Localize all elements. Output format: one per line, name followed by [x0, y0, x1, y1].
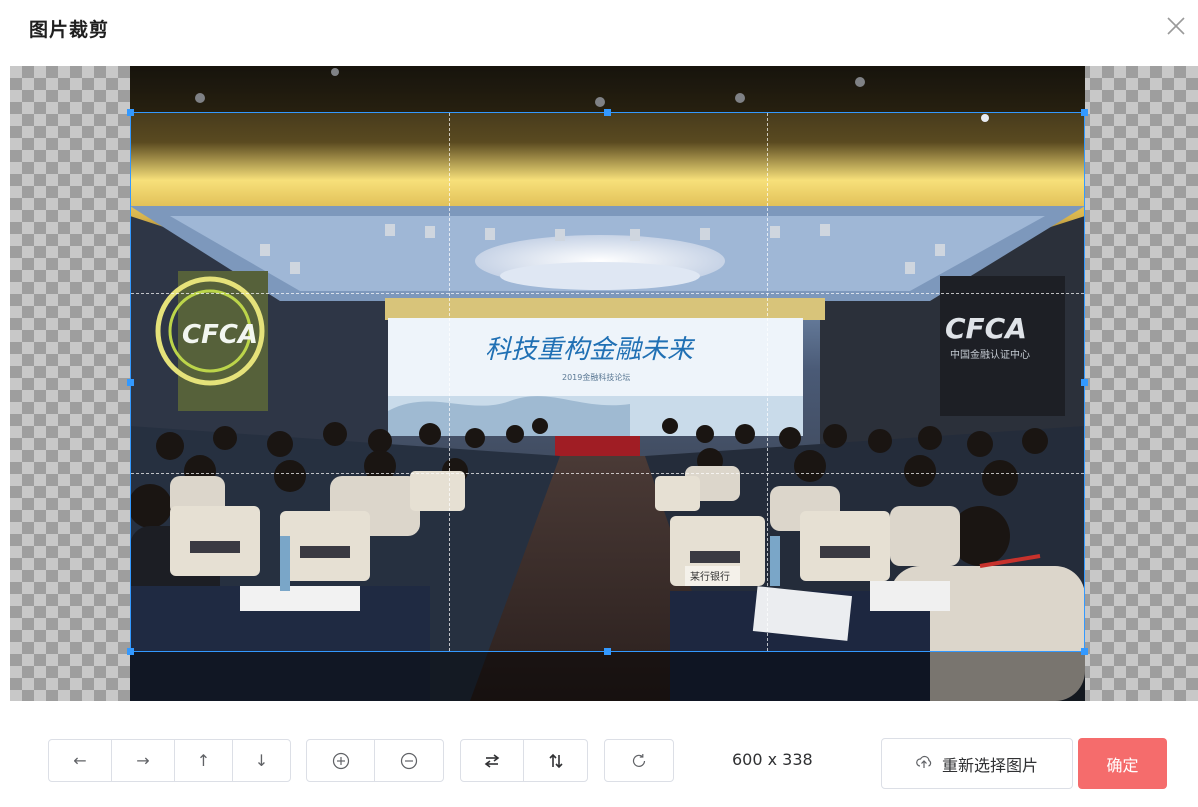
move-button-group: ← → ↑ ↓ — [48, 739, 291, 782]
crop-handle-left[interactable] — [127, 379, 134, 386]
flip-horizontal-button[interactable] — [461, 740, 524, 781]
crop-mask-top — [130, 66, 1085, 112]
close-icon[interactable] — [1164, 14, 1188, 38]
crop-mask-bottom — [130, 652, 1085, 701]
move-left-button[interactable]: ← — [49, 740, 112, 781]
rotate-icon — [631, 753, 647, 769]
image-crop-dialog: 图片裁剪 科技重构金融未来 2019金融科技论坛 CFCA CFCA 中国金融认… — [0, 0, 1198, 807]
flip-vertical-button[interactable] — [524, 740, 587, 781]
zoom-in-button[interactable] — [307, 740, 375, 781]
crop-handle-top-right[interactable] — [1081, 109, 1088, 116]
crop-canvas[interactable]: 科技重构金融未来 2019金融科技论坛 CFCA CFCA 中国金融认证中心 某… — [10, 66, 1198, 701]
zoom-out-icon — [400, 752, 418, 770]
crop-guide-vertical-1 — [449, 113, 450, 651]
flip-horizontal-icon — [484, 753, 500, 768]
move-right-button[interactable]: → — [112, 740, 175, 781]
reselect-image-label: 重新选择图片 — [941, 755, 1038, 775]
dialog-title: 图片裁剪 — [29, 19, 110, 41]
crop-selection-box[interactable] — [127, 109, 1088, 655]
zoom-in-icon — [332, 752, 350, 770]
flip-vertical-icon — [548, 753, 563, 769]
rotate-button[interactable] — [605, 740, 673, 781]
zoom-out-button[interactable] — [375, 740, 443, 781]
flip-button-group — [460, 739, 588, 782]
move-down-button[interactable]: ↓ — [233, 740, 290, 781]
crop-guide-horizontal-1 — [131, 293, 1084, 294]
crop-handle-top[interactable] — [604, 109, 611, 116]
crop-handle-top-left[interactable] — [127, 109, 134, 116]
crop-size-readout: 600 x 338 — [732, 750, 813, 769]
crop-guide-vertical-2 — [767, 113, 768, 651]
dialog-header: 图片裁剪 — [0, 0, 1198, 60]
cloud-upload-icon — [916, 754, 932, 773]
crop-handle-bottom-left[interactable] — [127, 648, 134, 655]
rotate-button-group — [604, 739, 674, 782]
reselect-image-button[interactable]: 重新选择图片 — [881, 738, 1073, 789]
zoom-button-group — [306, 739, 444, 782]
confirm-button[interactable]: 确定 — [1078, 738, 1167, 789]
crop-handle-right[interactable] — [1081, 379, 1088, 386]
crop-guide-horizontal-2 — [131, 473, 1084, 474]
crop-handle-bottom[interactable] — [604, 648, 611, 655]
move-up-button[interactable]: ↑ — [175, 740, 233, 781]
crop-handle-bottom-right[interactable] — [1081, 648, 1088, 655]
